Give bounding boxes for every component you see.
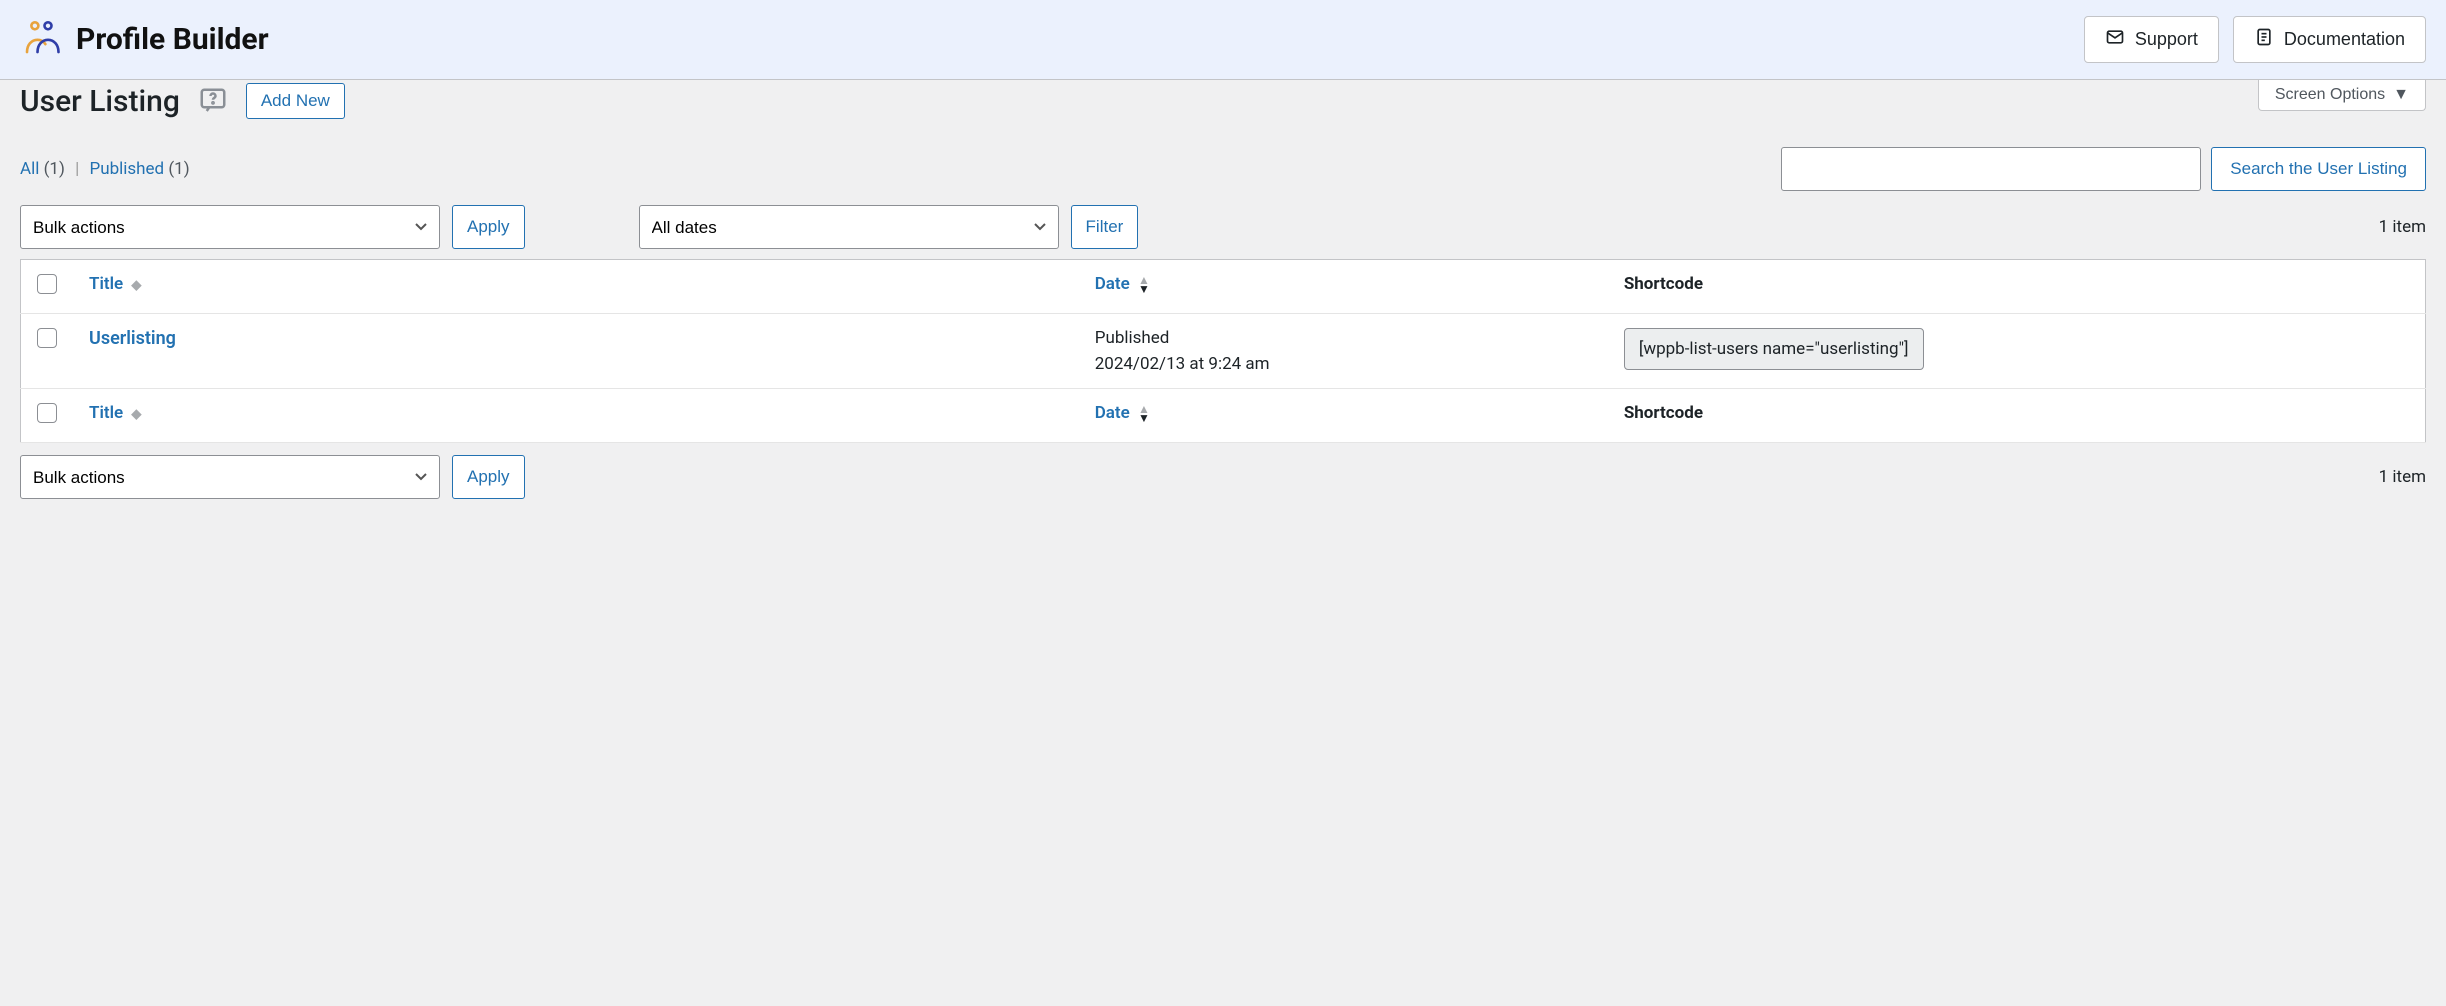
select-all-footer [21,389,74,443]
search-button[interactable]: Search the User Listing [2211,147,2426,191]
column-title-label: Title [89,274,123,294]
table-header-row: Title ◆ Date ▲ ▼ Shortcode [21,260,2426,314]
apply-button-top[interactable]: Apply [452,205,525,249]
filter-published-link[interactable]: Published [89,159,164,179]
column-title-label-footer: Title [89,403,123,423]
status-filters: All (1) | Published (1) [20,159,190,179]
search-input[interactable] [1781,147,2201,191]
column-shortcode-footer: Shortcode [1608,389,2426,443]
column-date-header[interactable]: Date ▲ ▼ [1079,260,1608,314]
column-date-label-footer: Date [1095,403,1130,423]
column-date-footer[interactable]: Date ▲ ▼ [1079,389,1608,443]
column-title-header[interactable]: Title ◆ [73,260,1079,314]
sort-arrows-icon: ▲ ▼ [1138,276,1150,294]
date-filter-select[interactable]: All dates [639,205,1059,249]
row-date-cell: Published 2024/02/13 at 9:24 am [1079,314,1608,389]
column-shortcode-header: Shortcode [1608,260,2426,314]
row-checkbox-cell [21,314,74,389]
support-label: Support [2135,29,2198,50]
row-shortcode-cell: [wppb-list-users name="userlisting"] [1608,314,2426,389]
column-shortcode-label-footer: Shortcode [1624,403,1703,423]
document-icon [2254,27,2274,52]
sort-diamond-icon: ◆ [131,278,141,293]
header-buttons: Support Documentation [2084,16,2426,63]
table-footer-row: Title ◆ Date ▲ ▼ Shortcode [21,389,2426,443]
filter-separator: | [69,159,85,179]
select-all-header [21,260,74,314]
tablenav-top-left: Bulk actions Apply All dates Filter [20,205,1138,249]
filter-all-count: (1) [44,159,65,179]
apply-button-bottom[interactable]: Apply [452,455,525,499]
shortcode-box[interactable]: [wppb-list-users name="userlisting"] [1624,328,1924,370]
column-shortcode-label: Shortcode [1624,274,1703,294]
item-count-bottom: 1 item [2379,467,2426,487]
select-all-checkbox-top[interactable] [37,274,57,294]
user-listing-table: Title ◆ Date ▲ ▼ Shortcode [20,259,2426,443]
brand-title: Profile Builder [76,22,269,57]
row-checkbox[interactable] [37,328,57,348]
row-title-cell: Userlisting [73,314,1079,389]
sort-arrows-icon-footer: ▲ ▼ [1138,405,1150,423]
header-bar: Profile Builder Support Documentation [0,0,2446,80]
select-all-checkbox-bottom[interactable] [37,403,57,423]
sort-down-icon-footer: ▼ [1138,414,1150,423]
brand-logo-icon [20,17,62,63]
search-group: Search the User Listing [1781,147,2426,191]
bulk-actions-select-bottom[interactable]: Bulk actions [20,455,440,499]
row-title-link[interactable]: Userlisting [89,328,176,349]
table-row: Userlisting Published 2024/02/13 at 9:24… [21,314,2426,389]
tablenav-bottom: Bulk actions Apply 1 item [20,455,2426,499]
bulk-actions-select-top[interactable]: Bulk actions [20,205,440,249]
filters-search-row: All (1) | Published (1) Search the User … [20,147,2426,191]
filter-button[interactable]: Filter [1071,205,1139,249]
screen-options-label: Screen Options [2275,86,2385,104]
screen-options-button[interactable]: Screen Options ▼ [2258,80,2426,111]
page-heading-row: User Listing Add New [20,83,2426,119]
support-button[interactable]: Support [2084,16,2219,63]
tablenav-bottom-left: Bulk actions Apply [20,455,525,499]
column-date-label: Date [1095,274,1130,294]
tablenav-top: Bulk actions Apply All dates Filter 1 it… [20,205,2426,249]
add-new-button[interactable]: Add New [246,83,345,119]
sort-down-icon: ▼ [1138,285,1150,294]
mail-icon [2105,27,2125,52]
page-title: User Listing [20,84,180,119]
item-count-top: 1 item [2379,217,2426,237]
row-date-status: Published [1095,328,1592,348]
filter-published-count: (1) [168,159,189,179]
column-title-footer[interactable]: Title ◆ [73,389,1079,443]
row-date-time: 2024/02/13 at 9:24 am [1095,354,1592,374]
help-icon[interactable] [198,86,228,116]
content: User Listing Add New All (1) | Published… [0,83,2446,529]
filter-all-link[interactable]: All [20,159,39,179]
documentation-button[interactable]: Documentation [2233,16,2426,63]
sort-diamond-icon-footer: ◆ [131,407,141,422]
brand: Profile Builder [20,17,269,63]
chevron-down-icon: ▼ [2393,86,2409,104]
documentation-label: Documentation [2284,29,2405,50]
